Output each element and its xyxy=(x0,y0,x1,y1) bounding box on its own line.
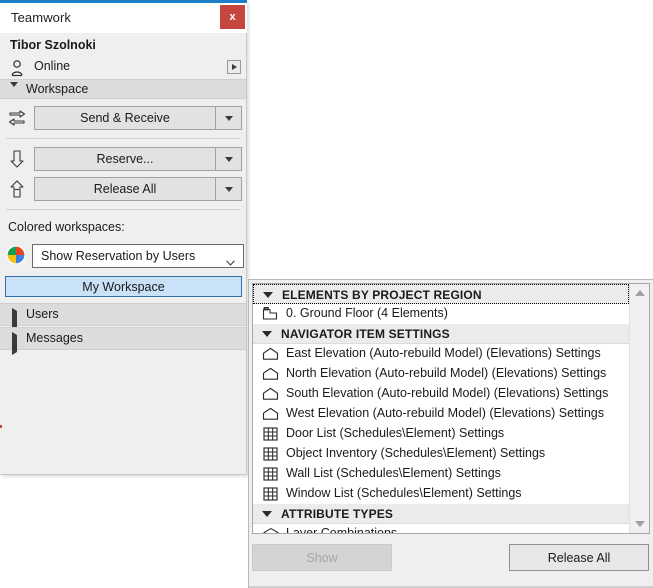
reserve-item-label: Door List (Schedules\Element) Settings xyxy=(286,426,505,440)
status-menu-button[interactable] xyxy=(227,60,241,74)
reserve-group-header[interactable]: NAVIGATOR ITEM SETTINGS xyxy=(253,324,629,344)
reserve-item-label: Window List (Schedules\Element) Settings xyxy=(286,486,522,500)
reserve-list-item[interactable]: South Elevation (Auto-rebuild Model) (El… xyxy=(253,384,629,404)
user-status-label: Online xyxy=(34,59,71,73)
chevron-up-icon xyxy=(635,290,645,296)
reserve-item-label: Layer Combinations xyxy=(286,526,398,534)
reserve-list-item[interactable]: Door List (Schedules\Element) Settings xyxy=(253,424,629,444)
chevron-down-icon xyxy=(263,292,273,298)
reserve-item-label: Object Inventory (Schedules\Element) Set… xyxy=(286,446,546,460)
reserve-item-label: South Elevation (Auto-rebuild Model) (El… xyxy=(286,386,609,400)
reserve-group-label: ATTRIBUTE TYPES xyxy=(281,507,394,521)
reserve-item-label: Wall List (Schedules\Element) Settings xyxy=(286,466,501,480)
chevron-down-icon xyxy=(10,82,18,105)
chevron-down-icon xyxy=(224,115,233,121)
palette-title: Teamwork xyxy=(11,10,72,25)
workspace-section-label: Workspace xyxy=(26,82,89,96)
reserve-group-label: ELEMENTS BY PROJECT REGION xyxy=(282,288,482,302)
release-all-dropdown[interactable] xyxy=(215,178,241,200)
palette-titlebar: Teamwork x xyxy=(0,3,247,33)
reserve-list-item[interactable]: Wall List (Schedules\Element) Settings xyxy=(253,464,629,484)
chevron-down-icon xyxy=(226,253,235,266)
down-arrow-icon xyxy=(6,148,28,170)
up-arrow-outline-icon xyxy=(6,178,28,200)
chevron-right-icon xyxy=(12,332,17,355)
reserve-label: Reserve... xyxy=(96,152,154,166)
reserve-group-label: NAVIGATOR ITEM SETTINGS xyxy=(281,327,450,341)
divider xyxy=(6,138,240,139)
reserve-list-item[interactable]: Window List (Schedules\Element) Settings xyxy=(253,484,629,504)
send-receive-button[interactable]: Send & Receive xyxy=(34,106,242,130)
divider xyxy=(6,209,240,210)
close-icon[interactable]: x xyxy=(220,5,245,29)
elevation-house-icon xyxy=(262,386,279,402)
reserve-list-item[interactable]: Layer Combinations xyxy=(253,524,629,534)
reserve-group-header[interactable]: ELEMENTS BY PROJECT REGION xyxy=(253,284,629,304)
colored-workspaces-value: Show Reservation by Users xyxy=(41,249,196,263)
reserve-list-item[interactable]: North Elevation (Auto-rebuild Model) (El… xyxy=(253,364,629,384)
reserve-button[interactable]: Reserve... xyxy=(34,147,242,171)
elevation-house-icon xyxy=(262,366,279,382)
user-status-row: Online xyxy=(0,57,246,79)
workspace-section-header[interactable]: Workspace xyxy=(0,79,246,104)
reserve-list-item[interactable]: East Elevation (Auto-rebuild Model) (Ele… xyxy=(253,344,629,364)
reserve-list: ELEMENTS BY PROJECT REGION 0. Ground Floo… xyxy=(253,284,629,533)
chevron-down-icon xyxy=(224,156,233,162)
schedule-table-icon xyxy=(262,446,279,462)
release-all-button[interactable]: Release All xyxy=(34,177,242,201)
four-color-pie-icon xyxy=(5,244,27,266)
layer-combinations-icon xyxy=(262,526,279,533)
screen-root: Teamwork x Tibor Szolnoki Online Workspa… xyxy=(0,0,653,588)
users-section-header[interactable]: Users xyxy=(0,303,246,331)
send-receive-arrows-icon xyxy=(6,107,28,129)
scroll-down-button[interactable] xyxy=(630,515,649,533)
release-all-label: Release All xyxy=(93,182,157,196)
reserve-dialog: ELEMENTS BY PROJECT REGION 0. Ground Floo… xyxy=(248,279,653,588)
users-section-label: Users xyxy=(26,307,59,321)
schedule-table-icon xyxy=(262,466,279,482)
reserve-list-item[interactable]: 0. Ground Floor (4 Elements) xyxy=(253,304,629,324)
reserve-list-box: ELEMENTS BY PROJECT REGION 0. Ground Floo… xyxy=(252,283,650,534)
chevron-down-icon xyxy=(224,186,233,192)
user-name: Tibor Szolnoki xyxy=(10,38,96,52)
edge-artifact xyxy=(0,425,2,428)
my-workspace-button[interactable]: My Workspace xyxy=(5,276,242,297)
send-receive-label: Send & Receive xyxy=(80,111,170,125)
reserve-group-header[interactable]: ATTRIBUTE TYPES xyxy=(253,504,629,524)
reserve-list-item[interactable]: Object Inventory (Schedules\Element) Set… xyxy=(253,444,629,464)
reserve-list-item[interactable]: West Elevation (Auto-rebuild Model) (Ele… xyxy=(253,404,629,424)
chevron-down-icon xyxy=(262,331,272,337)
messages-section-label: Messages xyxy=(26,331,83,345)
elevation-house-icon xyxy=(262,406,279,422)
reserve-item-label: West Elevation (Auto-rebuild Model) (Ele… xyxy=(286,406,604,420)
story-floorplan-icon xyxy=(262,306,279,322)
scroll-up-button[interactable] xyxy=(630,284,649,302)
reserve-item-label: East Elevation (Auto-rebuild Model) (Ele… xyxy=(286,346,601,360)
chevron-down-icon xyxy=(262,511,272,517)
person-icon xyxy=(8,59,26,77)
reserve-dropdown[interactable] xyxy=(215,148,241,170)
vertical-scrollbar[interactable] xyxy=(629,284,649,533)
send-receive-dropdown[interactable] xyxy=(215,107,241,129)
show-button[interactable]: Show xyxy=(252,544,392,571)
colored-workspaces-select[interactable]: Show Reservation by Users xyxy=(32,244,244,268)
chevron-down-icon xyxy=(635,521,645,527)
release-all-button[interactable]: Release All xyxy=(509,544,649,571)
reserve-item-label: 0. Ground Floor (4 Elements) xyxy=(286,306,448,320)
schedule-table-icon xyxy=(262,426,279,442)
palette-body: Tibor Szolnoki Online Workspace Send & R… xyxy=(0,33,246,474)
messages-section-header[interactable]: Messages xyxy=(0,327,246,355)
elevation-house-icon xyxy=(262,346,279,362)
reserve-item-label: North Elevation (Auto-rebuild Model) (El… xyxy=(286,366,607,380)
colored-workspaces-label: Colored workspaces: xyxy=(8,220,125,234)
teamwork-palette: Teamwork x Tibor Szolnoki Online Workspa… xyxy=(0,0,247,475)
chevron-right-icon xyxy=(231,64,237,70)
schedule-table-icon xyxy=(262,486,279,502)
